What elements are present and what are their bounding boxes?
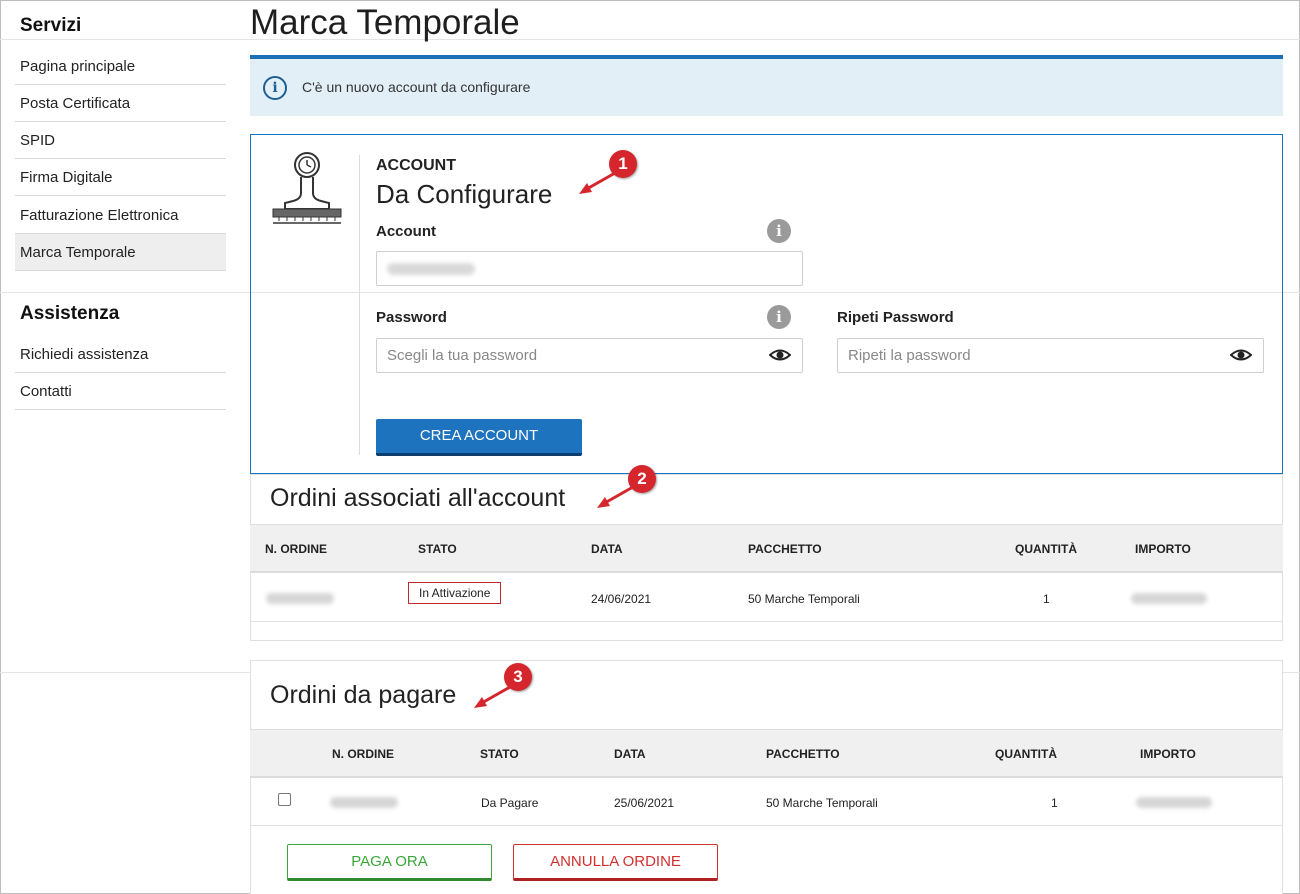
sidebar-item-spid[interactable]: SPID	[15, 122, 226, 159]
services-heading: Servizi	[20, 15, 82, 36]
repeat-password-placeholder: Ripeti la password	[848, 347, 971, 364]
sidebar-item-fatturazione-elettronica[interactable]: Fatturazione Elettronica	[15, 197, 226, 234]
col-amount: IMPORTO	[1140, 747, 1196, 761]
col-order-number: N. ORDINE	[265, 542, 328, 556]
guide-line	[0, 39, 1300, 40]
account-field-label: Account	[376, 223, 436, 240]
order-package: 50 Marche Temporali	[766, 796, 878, 810]
account-card: ACCOUNT Da Configurare Account i Passwor…	[250, 134, 1283, 474]
order-quantity: 1	[1051, 796, 1058, 810]
timestamp-stamp-icon	[272, 152, 342, 224]
col-amount: IMPORTO	[1135, 542, 1191, 556]
card-divider	[359, 155, 360, 455]
col-date: DATA	[591, 542, 623, 556]
page-title: Marca Temporale	[250, 3, 520, 42]
associated-orders-header: N. ORDINE STATO DATA PACCHETTO QUANTITÀ …	[250, 524, 1283, 573]
eye-icon[interactable]	[1230, 346, 1252, 364]
order-package: 50 Marche Temporali	[748, 592, 860, 606]
repeat-password-input[interactable]: Ripeti la password	[837, 338, 1264, 373]
sidebar-item-firma-digitale[interactable]: Firma Digitale	[15, 159, 226, 196]
blurred-order-amount	[1136, 797, 1212, 808]
info-banner: i C'è un nuovo account da configurare	[250, 59, 1283, 116]
associated-orders-title: Ordini associati all'account	[270, 484, 566, 512]
arrow-icon	[597, 485, 634, 508]
sidebar-item-posta-certificata[interactable]: Posta Certificata	[15, 85, 226, 122]
password-help-icon[interactable]: i	[767, 305, 791, 329]
sidebar-item-marca-temporale[interactable]: Marca Temporale	[15, 234, 226, 271]
blurred-order-amount	[1131, 593, 1207, 604]
arrow-icon	[579, 171, 616, 194]
blurred-order-number	[330, 797, 398, 808]
sidebar-item-contatti[interactable]: Contatti	[15, 373, 226, 410]
blurred-account-value	[387, 263, 475, 275]
order-select-checkbox[interactable]	[278, 793, 291, 806]
info-icon: i	[263, 76, 287, 100]
support-heading: Assistenza	[20, 303, 120, 324]
blurred-order-number	[266, 593, 334, 604]
col-quantity: QUANTITÀ	[995, 747, 1057, 761]
order-quantity: 1	[1043, 592, 1050, 606]
account-help-icon[interactable]: i	[767, 219, 791, 243]
account-label: ACCOUNT	[376, 157, 456, 174]
eye-icon[interactable]	[769, 346, 791, 364]
row-divider	[250, 621, 1283, 622]
password-placeholder: Scegli la tua password	[387, 347, 538, 364]
info-message: C'è un nuovo account da configurare	[302, 79, 531, 95]
sidebar-item-richiedi-assistenza[interactable]: Richiedi assistenza	[15, 336, 226, 373]
orders-to-pay-header: N. ORDINE STATO DATA PACCHETTO QUANTITÀ …	[250, 729, 1283, 778]
cancel-order-button[interactable]: ANNULLA ORDINE	[513, 844, 718, 881]
col-date: DATA	[614, 747, 646, 761]
col-status: STATO	[418, 542, 457, 556]
repeat-password-label: Ripeti Password	[837, 309, 954, 326]
order-date: 25/06/2021	[614, 796, 675, 810]
order-date: 24/06/2021	[591, 592, 652, 606]
col-package: PACCHETTO	[766, 747, 840, 761]
sidebar-item-pagina-principale[interactable]: Pagina principale	[15, 48, 226, 85]
order-status: Da Pagare	[481, 796, 539, 810]
col-package: PACCHETTO	[748, 542, 822, 556]
pay-now-button[interactable]: PAGA ORA	[287, 844, 492, 881]
col-order-number: N. ORDINE	[332, 747, 395, 761]
create-account-button[interactable]: CREA ACCOUNT	[376, 419, 582, 456]
status-badge: In Attivazione	[408, 582, 502, 604]
password-input[interactable]: Scegli la tua password	[376, 338, 803, 373]
col-status: STATO	[480, 747, 519, 761]
col-quantity: QUANTITÀ	[1015, 542, 1077, 556]
password-field-label: Password	[376, 309, 447, 326]
row-divider	[250, 825, 1283, 826]
arrow-icon	[474, 685, 511, 708]
account-input[interactable]	[376, 251, 803, 286]
account-status: Da Configurare	[376, 179, 553, 209]
orders-to-pay-title: Ordini da pagare	[270, 681, 457, 709]
